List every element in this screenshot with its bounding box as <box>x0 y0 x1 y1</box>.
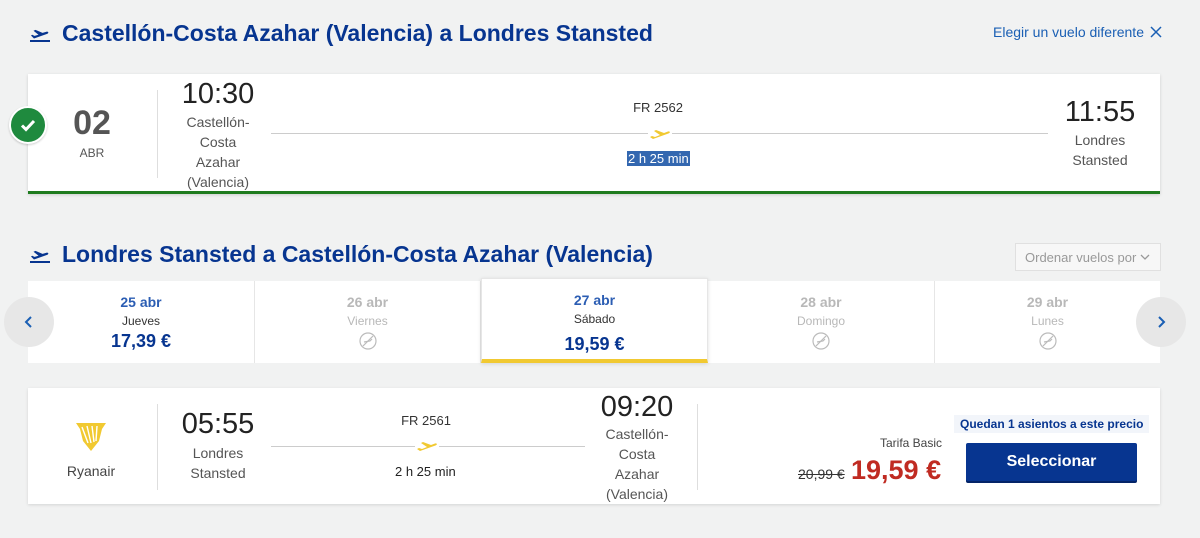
sort-flights-dropdown[interactable]: Ordenar vuelos por <box>1015 243 1161 271</box>
outbound-header: Castellón-Costa Azahar (Valencia) a Lond… <box>28 20 653 47</box>
plane-icon <box>415 438 439 454</box>
seats-remaining-note: Quedan 1 asientos a este precio <box>954 415 1150 433</box>
date-option-date: 28 abr <box>800 294 842 310</box>
departing-plane-icon <box>30 250 50 263</box>
inbound-header: Londres Stansted a Castellón-Costa Azaha… <box>28 241 653 268</box>
flight-duration: 2 h 25 min <box>627 151 690 166</box>
chevron-left-icon <box>24 316 32 328</box>
date-option-date: 26 abr <box>346 294 389 310</box>
select-flight-button[interactable]: Seleccionar <box>966 443 1137 481</box>
date-option-weekday: Lunes <box>1031 314 1064 328</box>
date-option-weekday: Viernes <box>347 314 388 328</box>
carousel-next-button[interactable] <box>1136 297 1186 347</box>
arrival-time: 11:55 <box>1064 96 1136 128</box>
date-option-date: 25 abr <box>120 294 162 310</box>
departure-time: 05:55 <box>181 408 255 440</box>
current-price: 19,59 € <box>851 455 942 485</box>
no-flights-icon <box>1038 332 1057 350</box>
choose-different-flight-link[interactable]: Elegir un vuelo diferente <box>993 24 1162 40</box>
no-flights-icon <box>812 332 830 350</box>
departure-airport: Castellón-Costa Azahar (Valencia) <box>186 114 250 190</box>
flight-date-day: 02 <box>73 104 111 142</box>
arrival-airport: Castellón-Costa Azahar (Valencia) <box>605 426 669 502</box>
ryanair-logo-icon <box>76 423 106 451</box>
flight-number: FR 2562 <box>633 100 683 115</box>
date-option[interactable]: 26 abr Viernes <box>255 281 481 363</box>
chevron-right-icon <box>1158 316 1166 328</box>
chevron-down-icon <box>1140 254 1150 260</box>
inbound-flight-card: Ryanair 05:55 Londres Stansted FR 2561 2… <box>28 388 1160 504</box>
date-option-weekday: Domingo <box>796 314 846 328</box>
flight-duration: 2 h 25 min <box>395 464 456 479</box>
divider <box>697 404 698 490</box>
divider <box>157 404 158 490</box>
choose-different-flight-label: Elegir un vuelo diferente <box>993 24 1144 40</box>
date-option[interactable]: 29 abr Lunes <box>935 281 1160 363</box>
date-option[interactable]: 28 abr Domingo <box>708 281 935 363</box>
carousel-prev-button[interactable] <box>4 297 54 347</box>
check-icon <box>9 106 47 144</box>
departure-airport: Londres Stansted <box>190 445 246 481</box>
plane-icon <box>648 126 672 142</box>
date-option-weekday: Sábado <box>573 312 616 326</box>
inbound-title: Londres Stansted a Castellón-Costa Azaha… <box>62 241 653 267</box>
date-option-selected[interactable]: 27 abr Sábado 19,59 € <box>481 278 708 363</box>
fare-type: Tarifa Basic <box>880 436 943 450</box>
outbound-title: Castellón-Costa Azahar (Valencia) a Lond… <box>62 20 653 46</box>
close-icon <box>1150 26 1162 38</box>
flight-date-month: ABR <box>79 146 105 160</box>
arrival-time: 09:20 <box>600 391 674 423</box>
date-carousel: 25 abr Jueves 17,39 € 26 abr Viernes 27 … <box>28 278 1160 363</box>
sort-label: Ordenar vuelos por <box>1025 249 1137 265</box>
departure-time: 10:30 <box>181 78 255 110</box>
selected-outbound-flight-card: 02 ABR 10:30 Castellón-Costa Azahar (Val… <box>28 74 1160 194</box>
original-price: 20,99 € <box>798 466 845 482</box>
date-option-date: 29 abr <box>1026 294 1069 310</box>
divider <box>157 90 158 178</box>
flight-number: FR 2561 <box>401 413 451 428</box>
date-option-weekday: Jueves <box>121 314 161 328</box>
departing-plane-icon <box>30 29 50 42</box>
date-option-price: 17,39 € <box>110 331 172 351</box>
no-flights-icon <box>358 332 377 350</box>
date-option-price: 19,59 € <box>564 334 625 354</box>
date-option[interactable]: 25 abr Jueves 17,39 € <box>28 281 255 363</box>
date-option-date: 27 abr <box>573 292 616 308</box>
arrival-airport: Londres Stansted <box>1072 132 1128 168</box>
airline-name: Ryanair <box>66 463 116 479</box>
